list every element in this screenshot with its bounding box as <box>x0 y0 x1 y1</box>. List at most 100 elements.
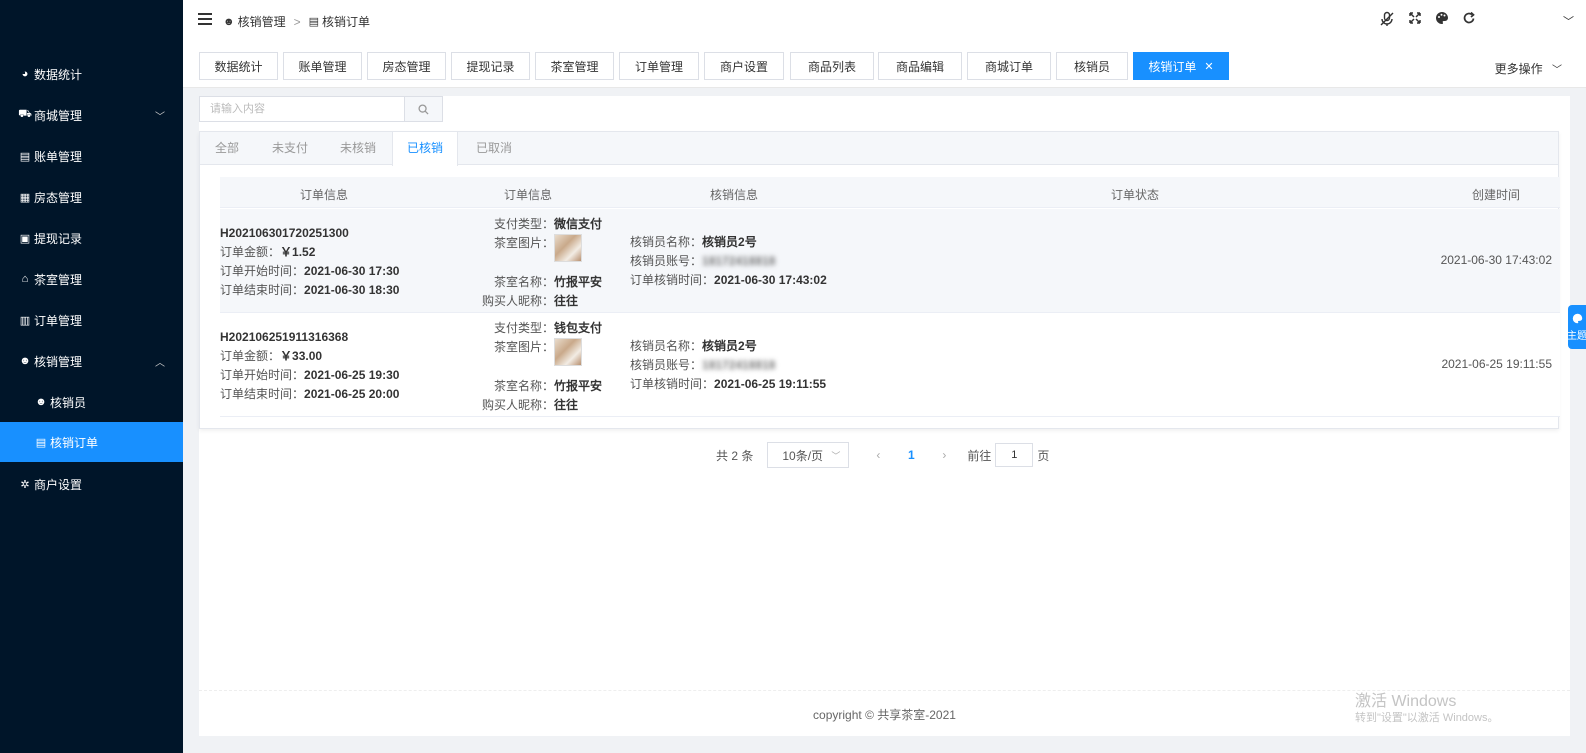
search-box <box>199 96 443 122</box>
tab-verification-orders[interactable]: 核销订单 ✕ <box>1133 52 1229 80</box>
pagination-total: 共 2 条 <box>716 448 754 463</box>
field-label: 支付类型： <box>494 217 555 231</box>
tab-mall-orders[interactable]: 商城订单 <box>967 52 1051 80</box>
room-name: 竹报平安 <box>554 275 603 289</box>
tab-label: 核销员 <box>1073 59 1110 74</box>
next-page-button[interactable]: › <box>929 448 959 462</box>
sidebar-item-shop[interactable]: ⛟ 商城管理 ﹀ <box>0 95 183 135</box>
orders-card: 全部 未支付 未核销 已核销 已取消 订单信息 订单信息 核销信息 订单状态 创… <box>199 131 1560 429</box>
verifier-name: 核销员2号 <box>702 235 757 249</box>
field-label: 核销员账号： <box>630 254 703 268</box>
theme-label: 主题 <box>1568 330 1586 342</box>
sidebar-item-label: 商户设置 <box>34 477 83 492</box>
more-operations-label: 更多操作 <box>1494 62 1543 76</box>
tab-label: 数据统计 <box>214 59 263 74</box>
sidebar-item-withdrawals[interactable]: ▣ 提现记录 <box>0 218 183 258</box>
tab-label: 订单管理 <box>634 59 683 74</box>
breadcrumb-item[interactable]: 核销管理 <box>238 13 286 30</box>
search-button[interactable] <box>404 97 442 121</box>
order-end-time: 2021-06-30 18:30 <box>304 283 400 297</box>
sidebar-item-verification-orders[interactable]: ▤ 核销订单 <box>0 422 183 462</box>
field-label: 核销员名称： <box>630 339 703 353</box>
sidebar-item-verifiers[interactable]: ☻ 核销员 <box>0 382 183 422</box>
table-row[interactable]: H202106301720251300 订单金额：￥1.52 订单开始时间：20… <box>220 209 1560 313</box>
search-icon <box>418 103 429 115</box>
status-tab-all[interactable]: 全部 <box>202 132 252 165</box>
field-label: 订单开始时间： <box>220 264 305 278</box>
tab-dashboard[interactable]: 数据统计 <box>199 52 278 80</box>
field-label: 茶室名称： <box>494 379 555 393</box>
order-end-time: 2021-06-25 20:00 <box>304 387 400 401</box>
top-header: ☻ 核销管理 > ▤ 核销订单 ﹀ <box>183 0 1586 42</box>
room-image[interactable] <box>554 338 583 366</box>
palette-icon[interactable] <box>1435 11 1449 30</box>
more-operations-dropdown[interactable]: 更多操作 ﹀ <box>1495 60 1562 77</box>
room-image[interactable] <box>554 234 583 262</box>
tab-product-edit[interactable]: 商品编辑 <box>878 52 962 80</box>
order-amount: ￥33.00 <box>280 349 323 363</box>
tab-tearoom[interactable]: 茶室管理 <box>535 52 614 80</box>
sidebar-item-tearoom[interactable]: ⌂ 茶室管理 <box>0 259 183 299</box>
close-icon[interactable]: ✕ <box>1204 60 1213 73</box>
buyer-nickname: 往往 <box>554 294 579 308</box>
goto-page-input[interactable] <box>995 443 1034 467</box>
sidebar-item-room-status[interactable]: ▦ 房态管理 <box>0 177 183 217</box>
table-row[interactable]: H202106251911316368 订单金额：￥33.00 订单开始时间：2… <box>220 313 1560 417</box>
tab-label: 商户设置 <box>719 59 768 74</box>
order-info-cell: H202106251911316368 订单金额：￥33.00 订单开始时间：2… <box>220 328 399 404</box>
page-size-select[interactable]: 10条/页 ﹀ <box>767 442 850 468</box>
prev-page-button[interactable]: ‹ <box>863 448 893 462</box>
status-tab-cancelled[interactable]: 已取消 <box>464 132 524 165</box>
page-number-current[interactable]: 1 <box>893 448 929 462</box>
status-tabs: 全部 未支付 未核销 已核销 已取消 <box>200 132 1558 166</box>
sidebar-item-label: 核销员 <box>50 395 87 410</box>
sidebar: ◕ 数据统计 ⛟ 商城管理 ﹀ ▤ 账单管理 ▦ 房态管理 ▣ 提现记录 ⌂ 茶… <box>0 0 183 753</box>
breadcrumb: ☻ 核销管理 > ▤ 核销订单 <box>223 13 370 30</box>
sidebar-item-label: 茶室管理 <box>34 272 83 287</box>
tab-verifiers[interactable]: 核销员 <box>1056 52 1128 80</box>
tab-room-status[interactable]: 房态管理 <box>367 52 446 80</box>
tab-label: 商城订单 <box>984 59 1033 74</box>
search-input[interactable] <box>200 97 404 121</box>
tab-label: 商品列表 <box>807 59 856 74</box>
pagination: 共 2 条 10条/页 ﹀ ‹ 1 › 前往 页 <box>716 442 1049 468</box>
payment-type: 钱包支付 <box>554 321 603 335</box>
tab-bills[interactable]: 账单管理 <box>283 52 362 80</box>
order-amount: ￥1.52 <box>280 245 316 259</box>
field-label: 核销员名称： <box>630 235 703 249</box>
money-icon: ▣ <box>19 232 31 245</box>
sidebar-item-orders[interactable]: ▥ 订单管理 <box>0 300 183 340</box>
column-header: 订单信息 <box>300 188 349 202</box>
sidebar-item-label: 商城管理 <box>34 108 83 123</box>
order-start-time: 2021-06-30 17:30 <box>304 264 400 278</box>
user-check-icon: ☻ <box>35 396 47 408</box>
status-tab-verified[interactable]: 已核销 <box>392 132 458 166</box>
status-tab-unpaid[interactable]: 未支付 <box>260 132 320 165</box>
page-size-value: 10条/页 <box>782 448 824 463</box>
sidebar-item-merchant-settings[interactable]: ✲ 商户设置 <box>0 464 183 504</box>
tab-orders[interactable]: 订单管理 <box>619 52 699 80</box>
tab-withdrawals[interactable]: 提现记录 <box>451 52 530 80</box>
field-label: 核销员账号： <box>630 358 703 372</box>
status-tab-unverified[interactable]: 未核销 <box>328 132 388 165</box>
sidebar-item-label: 核销管理 <box>34 354 83 369</box>
goto-label: 前往 <box>967 448 992 463</box>
verifier-account: 18172418818 <box>702 254 776 268</box>
chevron-down-icon: ﹀ <box>831 450 841 461</box>
mute-mic-icon[interactable] <box>1379 11 1395 30</box>
page-suffix: 页 <box>1037 448 1050 463</box>
tab-label: 茶室管理 <box>550 59 599 74</box>
tab-product-list[interactable]: 商品列表 <box>790 52 874 80</box>
refresh-icon[interactable] <box>1462 11 1476 30</box>
sidebar-item-verification[interactable]: ☻ 核销管理 ︿ <box>0 341 183 381</box>
fullscreen-icon[interactable] <box>1408 11 1422 30</box>
sidebar-item-dashboard[interactable]: ◕ 数据统计 <box>0 54 183 94</box>
tab-merchant-settings[interactable]: 商户设置 <box>704 52 784 80</box>
theme-side-button[interactable]: 主题 <box>1568 305 1586 349</box>
created-time: 2021-06-25 19:11:55 <box>1441 357 1552 371</box>
tabs-bar: 数据统计 账单管理 房态管理 提现记录 茶室管理 订单管理 商户设置 商品列表 … <box>183 42 1586 88</box>
user-dropdown-chevron-icon[interactable]: ﹀ <box>1563 13 1574 29</box>
sidebar-item-bills[interactable]: ▤ 账单管理 <box>0 136 183 176</box>
gear-icon: ✲ <box>20 478 30 491</box>
menu-toggle-icon[interactable] <box>198 13 212 25</box>
